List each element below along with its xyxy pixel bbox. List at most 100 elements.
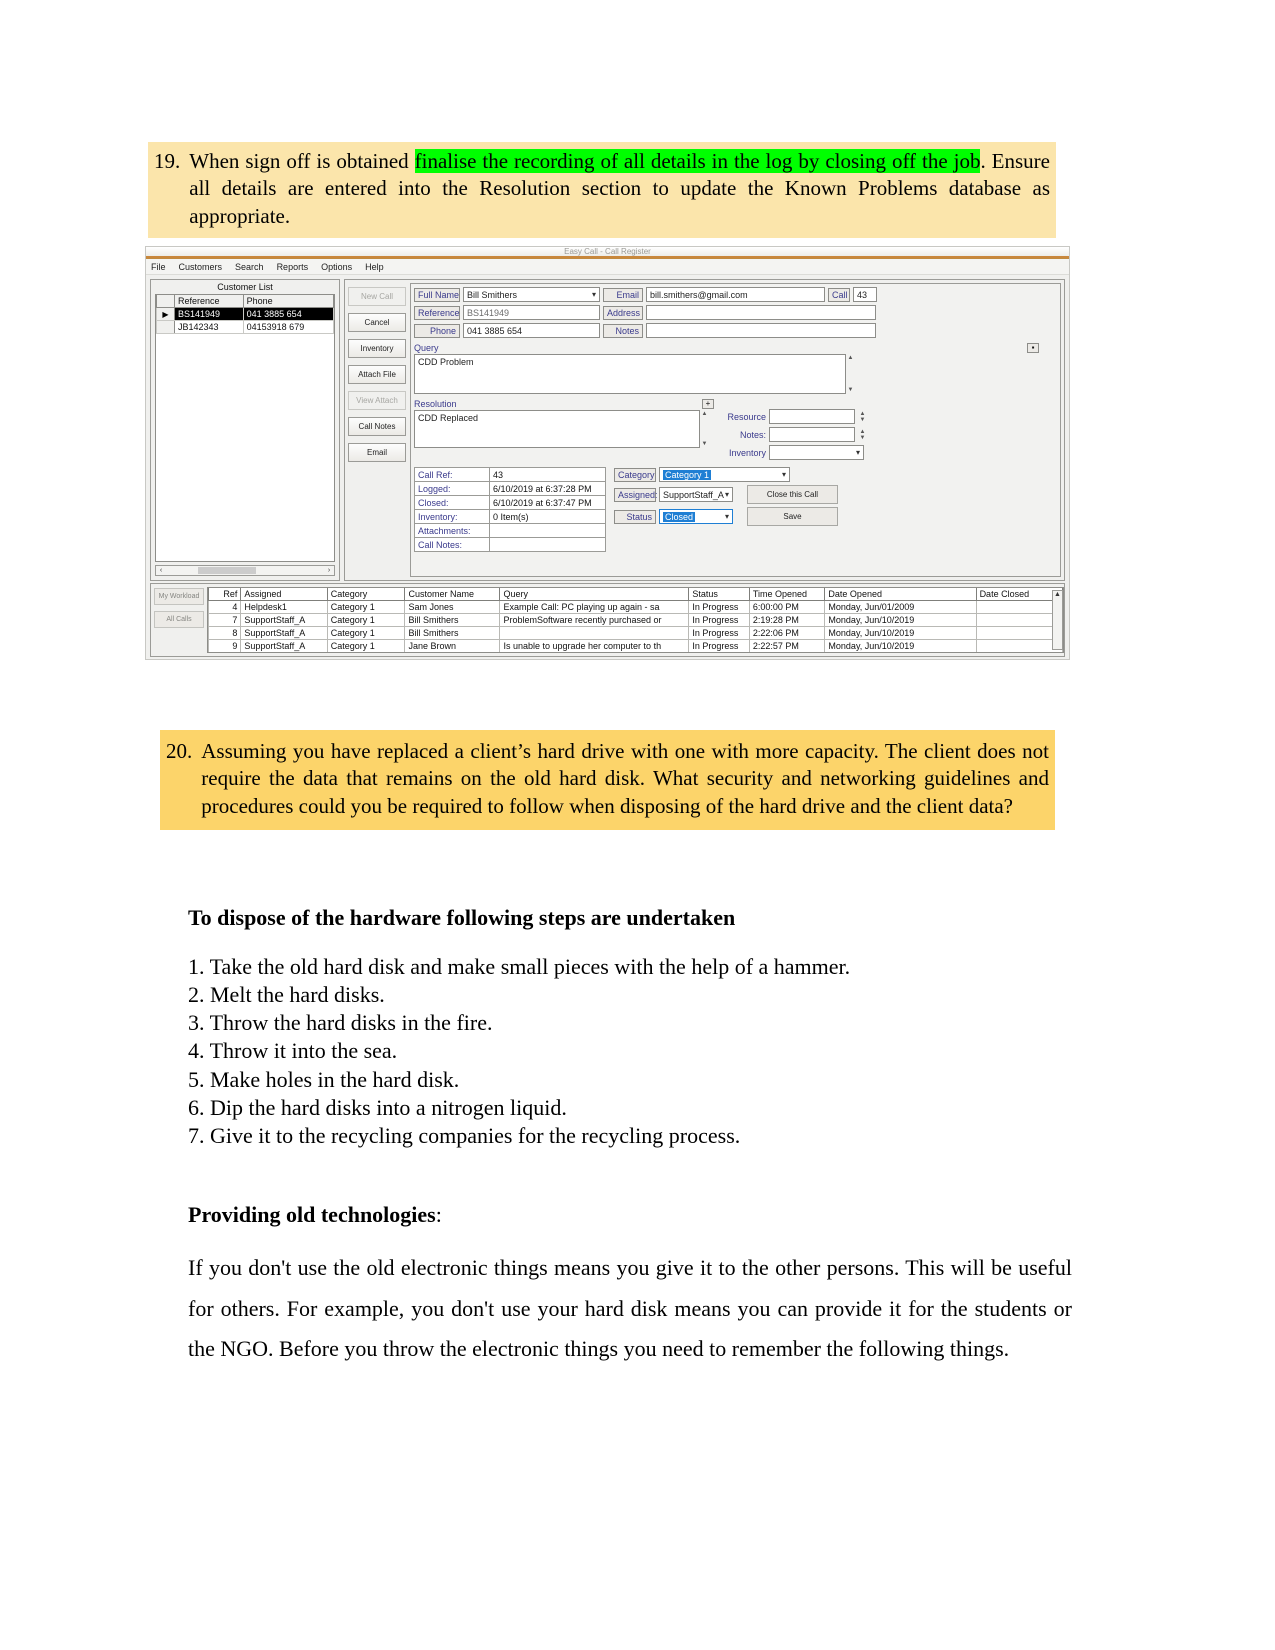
scroll-right-arrow-icon[interactable]: › (324, 566, 334, 575)
menu-item-help[interactable]: Help (365, 262, 384, 272)
resolution-textarea[interactable]: CDD Replaced (414, 410, 700, 448)
cell-customer: Sam Jones (404, 600, 501, 614)
cell-date-opened: Monday, Jun/10/2019 (824, 613, 977, 627)
table-row[interactable]: 9 SupportStaff_A Category 1 Jane Brown I… (208, 639, 1063, 652)
address-label: Address (603, 305, 643, 320)
cell-assigned: SupportStaff_A (240, 613, 328, 627)
col-ref: Ref (208, 588, 242, 601)
customer-row[interactable]: JB142343 04153918 679 (156, 320, 334, 334)
app-title-bar: Easy Call - Call Register (146, 247, 1069, 259)
new-call-button[interactable]: New Call (348, 287, 406, 306)
save-button[interactable]: Save (747, 507, 838, 526)
spin-up-icon[interactable]: ▲ (848, 355, 854, 361)
res-notes-row: Notes: ▲ ▼ (720, 427, 867, 442)
table-row[interactable]: 8 SupportStaff_A Category 1 Bill Smither… (208, 626, 1063, 640)
scrollbar-thumb[interactable] (198, 567, 256, 574)
col-query: Query (499, 588, 690, 601)
list-item: 4. Throw it into the sea. (188, 1038, 398, 1064)
res-notes-spinner[interactable]: ▲ ▼ (858, 428, 867, 442)
spin-down-icon[interactable]: ▼ (860, 435, 866, 441)
full-name-combo[interactable]: Bill Smithers (463, 287, 600, 302)
resource-spinner[interactable]: ▲ ▼ (858, 410, 867, 424)
question-20-block: 20. Assuming you have replaced a client’… (160, 730, 1055, 830)
call-number-input[interactable]: 43 (853, 287, 877, 302)
question-20-paragraph: Assuming you have replaced a client’s ha… (201, 739, 1049, 818)
resolution-box-row: CDD Replaced ▲ ▼ (414, 410, 714, 448)
col-date-opened: Date Opened (824, 588, 977, 601)
spin-down-icon[interactable]: ▼ (860, 417, 866, 423)
title-bar-accent (146, 256, 1069, 258)
info-value-attachments (489, 523, 606, 538)
close-this-call-button[interactable]: Close this Call (747, 485, 838, 504)
resolution-notes-input[interactable] (769, 427, 855, 442)
cell-category: Category 1 (326, 600, 406, 614)
reference-input[interactable]: BS141949 (463, 305, 600, 320)
tab-my-workload[interactable]: My Workload (154, 588, 204, 605)
cell-assigned: SupportStaff_A (240, 626, 328, 640)
email-input[interactable]: bill.smithers@gmail.com (646, 287, 825, 302)
call-form-area: Full Name Bill Smithers Email bill.smith… (410, 283, 1061, 577)
category-selected-value: Category 1 (663, 470, 712, 480)
resolution-scroll-spinner[interactable]: ▲ ▼ (700, 410, 709, 448)
inventory-combo[interactable] (769, 445, 864, 460)
call-notes-button[interactable]: Call Notes (348, 417, 406, 436)
menu-item-file[interactable]: File (151, 262, 166, 272)
menu-item-search[interactable]: Search (235, 262, 264, 272)
address-input[interactable] (646, 305, 876, 320)
resolution-expand-button[interactable]: + (702, 398, 714, 409)
cancel-button[interactable]: Cancel (348, 313, 406, 332)
cell-date-opened: Monday, Jun/01/2009 (824, 600, 977, 614)
resource-input[interactable] (769, 409, 855, 424)
info-key-attachments: Attachments: (414, 523, 490, 538)
cell-date-closed (975, 613, 1063, 627)
cell-date-closed (975, 626, 1063, 640)
notes-label: Notes (603, 323, 643, 338)
reference-label: Reference (414, 305, 460, 320)
cell-query: Is unable to upgrade her computer to th (499, 639, 690, 652)
inventory-button[interactable]: Inventory (348, 339, 406, 358)
category-combo[interactable]: Category 1 (659, 467, 790, 482)
phone-input[interactable]: 041 3885 654 (463, 323, 600, 338)
email-button[interactable]: Email (348, 443, 406, 462)
cell-status: In Progress (688, 626, 750, 640)
notes-input[interactable] (646, 323, 876, 338)
status-combo[interactable]: Closed (659, 509, 733, 524)
attach-file-button[interactable]: Attach File (348, 365, 406, 384)
query-expand-button[interactable]: ▪ (1027, 342, 1039, 353)
spin-down-icon[interactable]: ▼ (848, 387, 854, 393)
cell-status: In Progress (688, 639, 750, 652)
category-assign-status-column: Category Category 1 Assigned: SupportSta… (614, 467, 838, 552)
table-row[interactable]: 7 SupportStaff_A Category 1 Bill Smither… (208, 613, 1063, 627)
workload-grid[interactable]: Ref Assigned Category Customer Name Quer… (207, 587, 1064, 653)
cell-status: In Progress (688, 613, 750, 627)
scroll-left-arrow-icon[interactable]: ‹ (156, 566, 166, 575)
resolution-label: Resolution (414, 399, 457, 409)
workload-tab-column: My Workload All Calls (151, 584, 207, 656)
info-row-call-notes: Call Notes: (414, 537, 606, 552)
view-attachment-button[interactable]: View Attach (348, 391, 406, 410)
assigned-combo[interactable]: SupportStaff_A (659, 487, 733, 502)
list-item: 7. Give it to the recycling companies fo… (188, 1122, 741, 1148)
customer-row-phone: 041 3885 654 (242, 307, 334, 321)
query-scroll-spinner[interactable]: ▲ ▼ (846, 354, 855, 394)
workload-vertical-scrollbar[interactable]: ▲ (1052, 590, 1063, 650)
spin-up-icon[interactable]: ▲ (702, 411, 708, 417)
cell-status: In Progress (688, 600, 750, 614)
tab-all-calls[interactable]: All Calls (154, 611, 204, 628)
cell-query (499, 626, 690, 640)
customer-list-grid[interactable]: Reference Phone ▶ BS141949 041 3885 654 … (155, 294, 335, 562)
form-row-name-email: Full Name Bill Smithers Email bill.smith… (414, 287, 1057, 302)
menu-item-customers[interactable]: Customers (179, 262, 223, 272)
customer-list-horizontal-scrollbar[interactable]: ‹ › (155, 565, 335, 576)
query-textarea[interactable]: CDD Problem (414, 354, 846, 394)
spin-down-icon[interactable]: ▼ (702, 441, 708, 447)
info-value-logged: 6/10/2019 at 6:37:28 PM (489, 481, 606, 496)
answer-subheading-rest: : (435, 1202, 442, 1228)
full-name-label: Full Name (414, 287, 460, 302)
menu-item-options[interactable]: Options (321, 262, 352, 272)
customer-row-selected[interactable]: ▶ BS141949 041 3885 654 (156, 307, 334, 321)
cell-time-opened: 6:00:00 PM (748, 600, 826, 614)
table-row[interactable]: 4 Helpdesk1 Category 1 Sam Jones Example… (208, 600, 1063, 614)
info-value-call-ref: 43 (489, 467, 606, 482)
menu-item-reports[interactable]: Reports (277, 262, 309, 272)
